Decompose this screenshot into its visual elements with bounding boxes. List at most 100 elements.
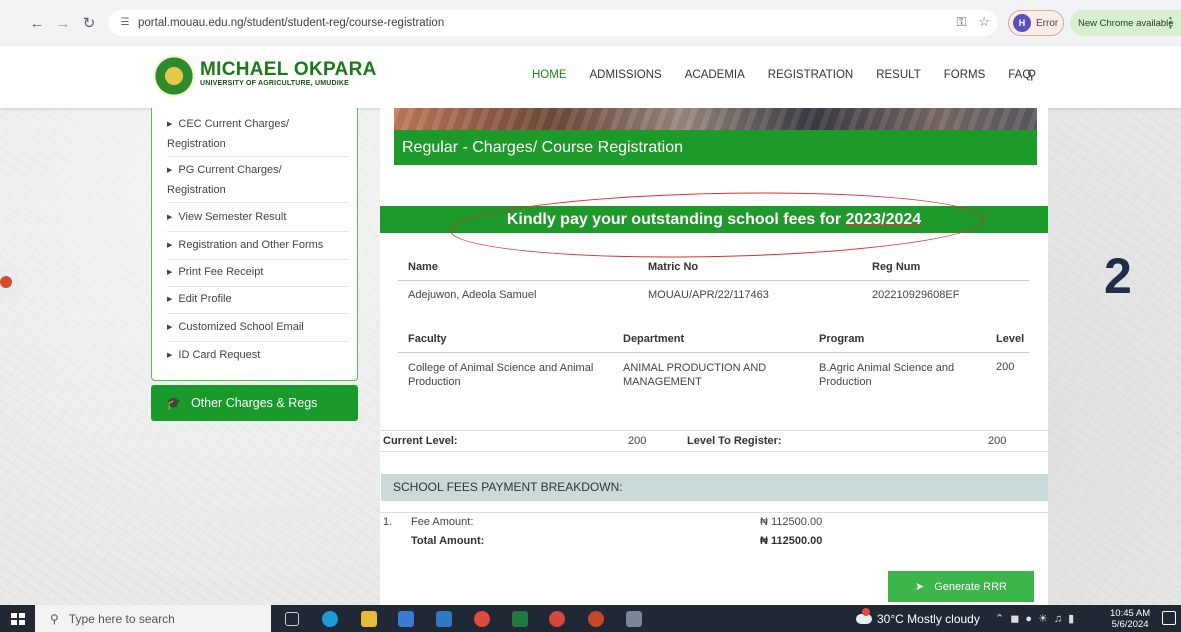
update-label: New Chrome available — [1078, 17, 1174, 29]
program-value: B.Agric Animal Science and Production — [819, 361, 954, 389]
faculty-line: College of Animal Science and Animal — [408, 362, 594, 374]
col-header-matric: Matric No — [648, 261, 699, 273]
program-line: Production — [819, 376, 872, 388]
forward-arrow-icon[interactable]: → — [52, 12, 74, 34]
reload-icon[interactable]: ↻ — [78, 12, 100, 34]
back-arrow-icon[interactable]: ← — [26, 12, 48, 34]
table-divider — [398, 352, 1029, 353]
sidebar-item-fee-receipt[interactable]: ▶ Print Fee Receipt — [167, 263, 348, 287]
main-nav: HOME ADMISSIONS ACADEMIA REGISTRATION RE… — [532, 69, 1054, 81]
caret-right-icon: ▶ — [167, 352, 173, 359]
weather-widget[interactable]: 30°C Mostly cloudy — [856, 608, 980, 626]
current-level-value: 200 — [628, 435, 647, 447]
browser-toolbar: ← → ↻ ☰ portal.mouau.edu.ng/student/stud… — [0, 0, 1181, 46]
menu-dots-icon[interactable]: ⋮ — [1164, 15, 1177, 31]
file-explorer-icon[interactable] — [361, 611, 377, 627]
sidebar-item-label: Registration — [167, 184, 226, 196]
taskbar-search-placeholder: Type here to search — [68, 611, 175, 626]
clock-time: 10:45 AM — [1110, 608, 1151, 619]
paint-icon[interactable] — [626, 611, 642, 627]
site-info-icon[interactable]: ☰ — [118, 16, 132, 30]
row-divider — [381, 430, 1048, 431]
sidebar-item-cec-charges[interactable]: ▶ CEC Current Charges/ Registration — [167, 115, 348, 157]
sidebar-item-pg-charges[interactable]: ▶ PG Current Charges/ Registration — [167, 161, 348, 203]
edge-browser-icon[interactable] — [322, 611, 338, 627]
sidebar-item-label: ID Card Request — [178, 349, 261, 361]
nav-academia[interactable]: ACADEMIA — [685, 69, 745, 81]
caret-right-icon: ▶ — [167, 121, 173, 128]
department-line: MANAGEMENT — [623, 376, 702, 388]
chrome-icon[interactable] — [474, 611, 490, 627]
total-amount-value: ₦ 112500.00 — [760, 535, 823, 547]
hero-image — [394, 108, 1037, 130]
store-icon[interactable] — [398, 611, 414, 627]
col-header-reg: Reg Num — [872, 261, 921, 273]
password-key-icon[interactable]: ⚿ — [956, 14, 966, 30]
caret-right-icon: ▶ — [167, 167, 173, 174]
address-bar[interactable]: ☰ portal.mouau.edu.ng/student/student-re… — [108, 10, 998, 36]
sidebar-item-registration-forms[interactable]: ▶ Registration and Other Forms — [167, 236, 348, 260]
caret-right-icon: ▶ — [167, 214, 173, 221]
profile-avatar: H — [1013, 14, 1031, 32]
profile-error-button[interactable]: H Error — [1008, 10, 1064, 36]
sidebar-item-label: PG Current Charges/ — [178, 164, 282, 176]
caret-right-icon: ▶ — [167, 324, 173, 331]
excel-icon[interactable] — [512, 611, 528, 627]
windows-start-icon[interactable] — [11, 613, 25, 625]
student-name: Adejuwon, Adeola Samuel — [408, 289, 537, 301]
error-label: Error — [1036, 17, 1059, 29]
mail-icon[interactable] — [436, 611, 452, 627]
row-divider — [381, 451, 1048, 452]
other-charges-button[interactable]: 🎓 Other Charges & Regs — [151, 385, 358, 421]
system-tray-icons[interactable]: ⌃◼●☀♫▮ — [995, 612, 1080, 625]
notification-icon[interactable] — [1162, 611, 1176, 625]
sidebar-item-label: CEC Current Charges/ — [178, 118, 290, 130]
sidebar-item-semester-result[interactable]: ▶ View Semester Result — [167, 208, 348, 232]
sidebar-item-school-email[interactable]: ▶ Customized School Email — [167, 318, 348, 342]
taskbar-search-box[interactable]: ⚲ Type here to search — [35, 605, 271, 632]
sidebar-item-label: Registration — [167, 138, 226, 150]
send-arrow-icon: ➤ — [915, 581, 925, 593]
graduation-cap-icon: 🎓 — [166, 396, 181, 410]
faculty-value: College of Animal Science and Animal Prod… — [408, 361, 593, 389]
sidebar-item-edit-profile[interactable]: ▶ Edit Profile — [167, 290, 348, 314]
sidebar-item-label: View Semester Result — [178, 211, 287, 223]
chrome-update-button[interactable]: New Chrome available ⋮ — [1070, 10, 1181, 36]
weather-text: 30°C Mostly cloudy — [877, 612, 980, 626]
level-to-register-value: 200 — [988, 435, 1007, 447]
floating-side-tab[interactable] — [0, 268, 18, 298]
page-title: Regular - Charges/ Course Registration — [394, 130, 1037, 165]
chrome-profile-icon[interactable] — [549, 611, 565, 627]
nav-admissions[interactable]: ADMISSIONS — [590, 69, 662, 81]
annotation-number: 2 — [1104, 248, 1132, 304]
nav-result[interactable]: RESULT — [876, 69, 921, 81]
department-line: ANIMAL PRODUCTION AND — [623, 362, 767, 374]
sidebar-item-id-card[interactable]: ▶ ID Card Request — [167, 346, 348, 370]
total-amount-label: Total Amount: — [411, 535, 485, 547]
current-level-label: Current Level: — [383, 435, 458, 447]
bookmark-star-icon[interactable]: ☆ — [978, 14, 990, 30]
sidebar-item-label: Registration and Other Forms — [178, 239, 324, 251]
powerpoint-icon[interactable] — [588, 611, 604, 627]
sidebar-item-label: Customized School Email — [178, 321, 304, 333]
taskbar-clock[interactable]: 10:45 AM 5/6/2024 — [1110, 608, 1150, 630]
task-view-icon[interactable] — [285, 612, 299, 626]
university-logo-seal[interactable] — [153, 55, 195, 97]
col-header-faculty: Faculty — [408, 333, 447, 345]
other-charges-label: Other Charges & Regs — [190, 396, 318, 410]
caret-right-icon: ▶ — [167, 269, 173, 276]
caret-right-icon: ▶ — [167, 296, 173, 303]
generate-rrr-button[interactable]: ➤ Generate RRR — [888, 571, 1034, 602]
main-content-panel — [380, 108, 1048, 608]
nav-registration[interactable]: REGISTRATION — [768, 69, 853, 81]
sidebar-item-label: Print Fee Receipt — [178, 266, 264, 278]
nav-home[interactable]: HOME — [532, 69, 567, 81]
table-divider — [398, 280, 1029, 281]
col-header-department: Department — [623, 333, 685, 345]
student-matric: MOUAU/APR/22/117463 — [648, 289, 769, 301]
url-text: portal.mouau.edu.ng/student/student-reg/… — [138, 17, 445, 29]
logo-title[interactable]: MICHAEL OKPARA — [200, 59, 377, 81]
faculty-line: Production — [408, 376, 461, 388]
nav-forms[interactable]: FORMS — [944, 69, 986, 81]
search-icon[interactable]: ⚲ — [1027, 67, 1037, 83]
